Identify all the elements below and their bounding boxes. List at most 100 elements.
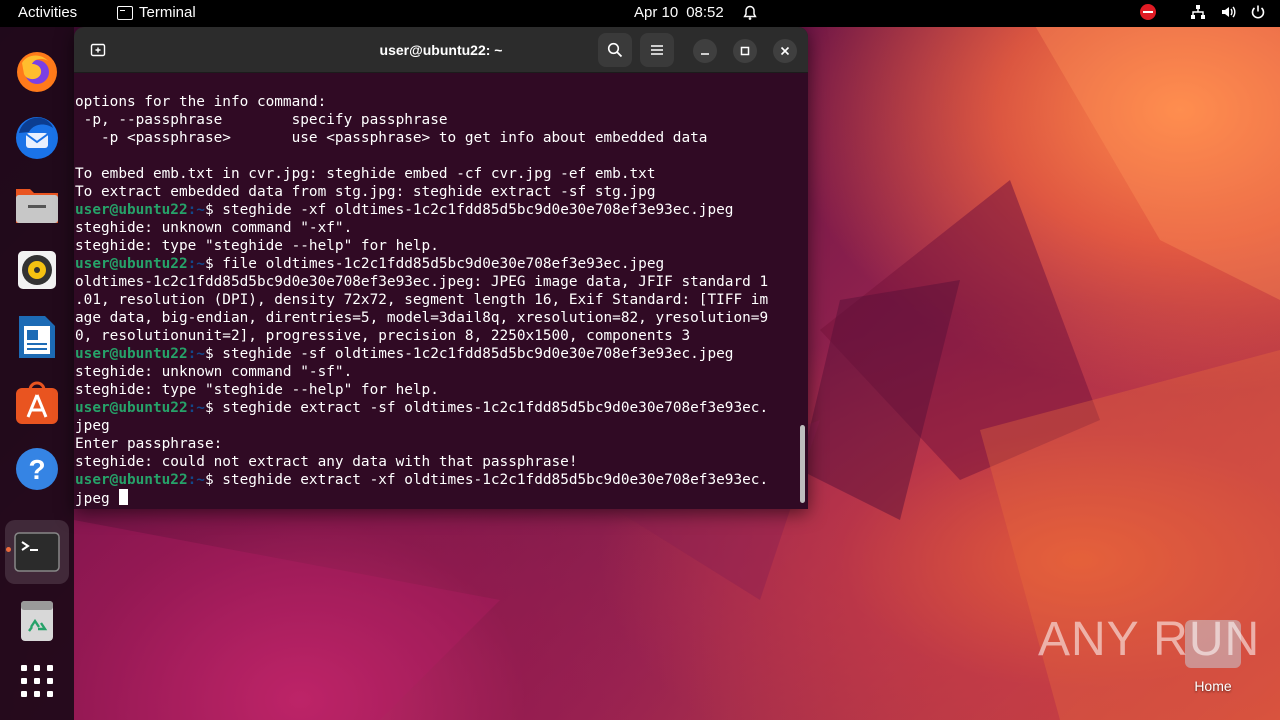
dock-libreoffice-writer[interactable] bbox=[11, 311, 63, 363]
prompt-user: user@ubuntu22 bbox=[75, 472, 188, 488]
command-text: $ steghide extract -xf oldtimes-1c2c1fdd… bbox=[204, 472, 769, 488]
dock-app-center[interactable] bbox=[11, 377, 63, 429]
prompt-path: :~ bbox=[187, 472, 205, 488]
prompt-user: user@ubuntu22 bbox=[75, 202, 188, 218]
new-tab-icon bbox=[90, 43, 106, 57]
libreoffice-writer-icon bbox=[19, 316, 55, 358]
line-text: -p, --passphrase specify passphrase bbox=[75, 112, 448, 128]
system-tray[interactable] bbox=[1140, 4, 1266, 20]
terminal-output-line: -p, --passphrase specify passphrase bbox=[74, 111, 798, 129]
terminal-input-line: jpeg bbox=[74, 489, 798, 507]
terminal-output-line: options for the info command: bbox=[74, 93, 798, 111]
thunderbird-icon bbox=[16, 117, 58, 159]
app-center-icon bbox=[16, 381, 58, 424]
line-text: .01, resolution (DPI), density 72x72, se… bbox=[75, 292, 769, 308]
terminal-output-line: steghide: type "steghide --help" for hel… bbox=[74, 237, 798, 255]
maximize-icon bbox=[740, 46, 750, 56]
do-not-disturb-icon[interactable] bbox=[1140, 4, 1156, 20]
prompt-user: user@ubuntu22 bbox=[75, 400, 188, 416]
line-text: options for the info command: bbox=[75, 94, 327, 110]
dock-trash[interactable] bbox=[11, 594, 63, 646]
line-text: Enter passphrase: bbox=[75, 436, 223, 452]
line-text: jpeg bbox=[75, 418, 110, 434]
dock-help[interactable]: ? bbox=[11, 443, 63, 495]
line-text: To embed emb.txt in cvr.jpg: steghide em… bbox=[75, 166, 656, 182]
command-text: $ steghide -xf oldtimes-1c2c1fdd85d5bc9d… bbox=[204, 202, 734, 218]
terminal-command-line: user@ubuntu22:~$ steghide extract -xf ol… bbox=[74, 471, 798, 489]
prompt-user: user@ubuntu22 bbox=[75, 256, 188, 272]
terminal-scrollbar[interactable] bbox=[800, 425, 805, 503]
terminal-headerbar[interactable]: user@ubuntu22: ~ bbox=[74, 27, 808, 73]
line-text: age data, big-endian, direntries=5, mode… bbox=[75, 310, 769, 326]
terminal-output-line: 0, resolutionunit=2], progressive, preci… bbox=[74, 327, 798, 345]
power-icon bbox=[1251, 5, 1265, 19]
line-text: -p <passphrase> use <passphrase> to get … bbox=[75, 130, 708, 146]
volume-icon bbox=[1222, 6, 1236, 18]
command-text: $ steghide -sf oldtimes-1c2c1fdd85d5bc9d… bbox=[204, 346, 734, 362]
terminal-window[interactable]: user@ubuntu22: ~ options for the info co… bbox=[74, 27, 808, 509]
terminal-output-line: age data, big-endian, direntries=5, mode… bbox=[74, 309, 798, 327]
terminal-output-line: Enter passphrase: bbox=[74, 435, 798, 453]
minimize-button[interactable] bbox=[693, 39, 717, 63]
terminal-output-line: steghide: unknown command "-sf". bbox=[74, 363, 798, 381]
watermark-text: ANY RUN bbox=[1038, 613, 1261, 666]
terminal-command-line: user@ubuntu22:~$ steghide -xf oldtimes-1… bbox=[74, 201, 798, 219]
command-text: $ steghide extract -sf oldtimes-1c2c1fdd… bbox=[204, 400, 769, 416]
line-text: steghide: type "steghide --help" for hel… bbox=[75, 238, 439, 254]
app-menu[interactable]: Terminal bbox=[117, 4, 196, 21]
show-apps-icon bbox=[21, 665, 53, 697]
prompt-path: :~ bbox=[187, 400, 205, 416]
anyrun-watermark: ANY RUN bbox=[1038, 612, 1260, 667]
terminal-command-line: user@ubuntu22:~$ steghide extract -sf ol… bbox=[74, 399, 798, 417]
terminal-output-line: -p <passphrase> use <passphrase> to get … bbox=[74, 129, 798, 147]
dock-terminal[interactable] bbox=[5, 520, 69, 584]
line-text: steghide: type "steghide --help" for hel… bbox=[75, 382, 439, 398]
line-text: steghide: could not extract any data wit… bbox=[75, 454, 578, 470]
clock-date: Apr 10 bbox=[634, 4, 679, 21]
terminal-app-icon bbox=[117, 5, 133, 20]
terminal-output-line: oldtimes-1c2c1fdd85d5bc9d0e30e708ef3e93e… bbox=[74, 273, 798, 291]
terminal-output-line: .01, resolution (DPI), density 72x72, se… bbox=[74, 291, 798, 309]
dock-thunderbird[interactable] bbox=[11, 111, 63, 163]
terminal-output-line: steghide: could not extract any data wit… bbox=[74, 453, 798, 471]
text-cursor bbox=[119, 489, 129, 505]
hamburger-menu-icon bbox=[651, 45, 663, 55]
line-text: 0, resolutionunit=2], progressive, preci… bbox=[75, 328, 691, 344]
notification-bell-icon bbox=[743, 5, 757, 20]
new-tab-button[interactable] bbox=[81, 33, 115, 67]
menu-button[interactable] bbox=[640, 33, 674, 67]
terminal-command-line: user@ubuntu22:~$ file oldtimes-1c2c1fdd8… bbox=[74, 255, 798, 273]
minimize-icon bbox=[701, 53, 709, 55]
prompt-path: :~ bbox=[187, 256, 205, 272]
search-icon bbox=[607, 42, 623, 58]
terminal-output-line: To embed emb.txt in cvr.jpg: steghide em… bbox=[74, 165, 798, 183]
terminal-output-line: jpeg bbox=[74, 417, 798, 435]
dock-rhythmbox[interactable] bbox=[11, 244, 63, 296]
prompt-path: :~ bbox=[187, 202, 205, 218]
trash-icon bbox=[21, 601, 53, 641]
terminal-output-line: steghide: unknown command "-xf". bbox=[74, 219, 798, 237]
maximize-button[interactable] bbox=[733, 39, 757, 63]
line-text: To extract embedded data from stg.jpg: s… bbox=[75, 184, 656, 200]
clock-button[interactable]: Apr 10 08:52 bbox=[634, 4, 758, 21]
terminal-icon bbox=[14, 532, 60, 572]
terminal-output[interactable]: options for the info command: -p, --pass… bbox=[74, 93, 798, 507]
files-icon bbox=[16, 189, 58, 223]
dock-files[interactable] bbox=[11, 178, 63, 230]
prompt-user: user@ubuntu22 bbox=[75, 346, 188, 362]
line-text: oldtimes-1c2c1fdd85d5bc9d0e30e708ef3e93e… bbox=[75, 274, 769, 290]
app-menu-label: Terminal bbox=[139, 4, 196, 21]
dock: ? bbox=[0, 27, 74, 720]
search-button[interactable] bbox=[598, 33, 632, 67]
prompt-path: :~ bbox=[187, 346, 205, 362]
line-text: steghide: unknown command "-sf". bbox=[75, 364, 353, 380]
clock-time: 08:52 bbox=[686, 4, 724, 21]
dock-firefox[interactable] bbox=[11, 46, 63, 98]
terminal-output-line: steghide: type "steghide --help" for hel… bbox=[74, 381, 798, 399]
svg-text:?: ? bbox=[28, 454, 45, 485]
close-button[interactable] bbox=[773, 39, 797, 63]
line-text: steghide: unknown command "-xf". bbox=[75, 220, 353, 236]
activities-button[interactable]: Activities bbox=[18, 4, 77, 21]
dock-show-apps[interactable] bbox=[11, 655, 63, 707]
command-text: $ file oldtimes-1c2c1fdd85d5bc9d0e30e708… bbox=[204, 256, 665, 272]
